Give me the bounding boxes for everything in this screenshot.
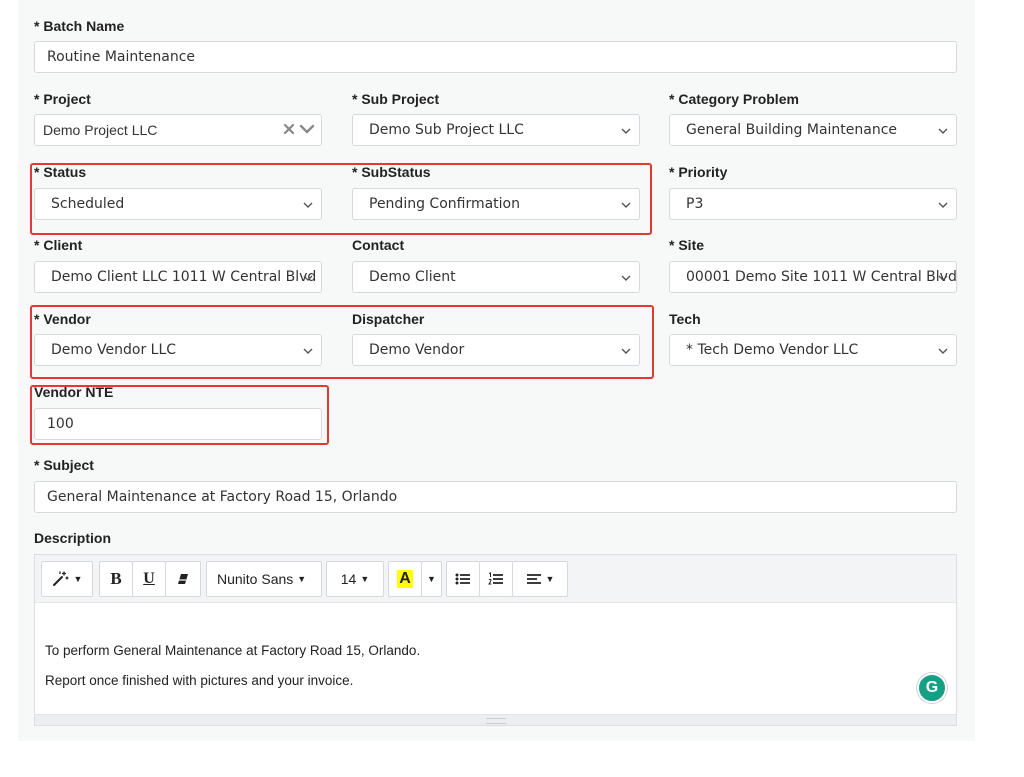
sub-project-label: * Sub Project — [352, 91, 440, 107]
chevron-down-icon — [938, 128, 948, 134]
text-color-dropdown[interactable]: ▼ — [421, 561, 442, 597]
font-size-value: 14 — [340, 571, 357, 587]
project-label: * Project — [34, 91, 91, 107]
batch-name-label: * Batch Name — [34, 18, 125, 34]
chevron-down-icon — [621, 275, 631, 281]
sub-project-value: Demo Sub Project LLC — [369, 122, 524, 138]
sub-project-select[interactable]: Demo Sub Project LLC — [352, 114, 640, 146]
description-label: Description — [34, 530, 112, 546]
site-label: * Site — [669, 237, 705, 253]
site-select[interactable]: 00001 Demo Site 1011 W Central Blvd — [669, 261, 957, 293]
client-label: * Client — [34, 237, 83, 253]
chevron-down-icon — [938, 202, 948, 208]
contact-select[interactable]: Demo Client — [352, 261, 640, 293]
numbered-list-icon — [488, 572, 503, 585]
magic-style-button[interactable]: ▼ — [41, 561, 93, 597]
grammarly-icon[interactable]: G — [917, 673, 947, 703]
editor-toolbar: ▼ B U Nunito Sans ▼ 14 ▼ A ▼ ▼ — [35, 555, 956, 603]
chevron-down-icon — [303, 275, 313, 281]
subject-label: * Subject — [34, 457, 94, 473]
subject-value: General Maintenance at Factory Road 15, … — [47, 489, 398, 505]
font-family-dropdown[interactable]: Nunito Sans ▼ — [206, 561, 322, 597]
text-color-button[interactable]: A — [388, 561, 422, 597]
grip-icon — [486, 718, 506, 724]
caret-icon: ▼ — [427, 574, 436, 584]
description-line-2: Report once finished with pictures and y… — [45, 673, 354, 688]
client-value: Demo Client LLC 1011 W Central Blvd — [51, 269, 317, 285]
project-value: Demo Project LLC — [43, 122, 158, 138]
description-editor: ▼ B U Nunito Sans ▼ 14 ▼ A ▼ ▼ To perfor… — [34, 554, 957, 726]
project-select[interactable]: Demo Project LLC — [34, 114, 322, 146]
bold-button[interactable]: B — [99, 561, 133, 597]
font-family-value: Nunito Sans — [217, 571, 294, 587]
eraser-icon — [178, 574, 188, 584]
paragraph-align-dropdown[interactable]: ▼ — [512, 561, 568, 597]
caret-icon: ▼ — [360, 574, 370, 584]
magic-wand-icon — [52, 571, 69, 586]
caret-icon: ▼ — [545, 574, 555, 584]
status-highlight-box — [30, 163, 652, 235]
font-size-dropdown[interactable]: 14 ▼ — [326, 561, 384, 597]
chevron-down-icon[interactable] — [299, 123, 315, 135]
category-problem-select[interactable]: General Building Maintenance — [669, 114, 957, 146]
editor-content[interactable]: To perform General Maintenance at Factor… — [45, 643, 420, 703]
clear-format-button[interactable] — [165, 561, 201, 597]
tech-select[interactable]: * Tech Demo Vendor LLC — [669, 334, 957, 366]
category-problem-value: General Building Maintenance — [686, 122, 898, 138]
category-problem-label: * Category Problem — [669, 91, 799, 107]
clear-icon[interactable] — [283, 123, 295, 135]
client-select[interactable]: Demo Client LLC 1011 W Central Blvd — [34, 261, 322, 293]
contact-value: Demo Client — [369, 269, 456, 285]
chevron-down-icon — [938, 275, 948, 281]
numbered-list-button[interactable] — [479, 561, 513, 597]
chevron-down-icon — [938, 348, 948, 354]
batch-name-input[interactable]: Routine Maintenance — [34, 41, 957, 73]
bullet-list-icon — [455, 573, 470, 585]
description-line-1: To perform General Maintenance at Factor… — [45, 643, 421, 658]
priority-select[interactable]: P3 — [669, 188, 957, 220]
priority-value: P3 — [686, 196, 704, 212]
chevron-down-icon — [621, 128, 631, 134]
caret-icon: ▼ — [297, 574, 307, 584]
editor-resize-handle[interactable] — [35, 714, 956, 725]
underline-button[interactable]: U — [132, 561, 166, 597]
contact-label: Contact — [352, 237, 405, 253]
text-color-letter: A — [397, 570, 413, 588]
align-left-icon — [526, 574, 541, 584]
tech-value: * Tech Demo Vendor LLC — [686, 342, 859, 358]
vendor-highlight-box — [30, 305, 654, 379]
vendor-nte-highlight-box — [30, 385, 329, 445]
bullet-list-button[interactable] — [446, 561, 480, 597]
batch-name-value: Routine Maintenance — [47, 49, 196, 65]
subject-input[interactable]: General Maintenance at Factory Road 15, … — [34, 481, 957, 513]
site-value: 00001 Demo Site 1011 W Central Blvd — [686, 269, 956, 285]
caret-icon: ▼ — [73, 574, 83, 584]
priority-label: * Priority — [669, 164, 728, 180]
tech-label: Tech — [669, 311, 701, 327]
